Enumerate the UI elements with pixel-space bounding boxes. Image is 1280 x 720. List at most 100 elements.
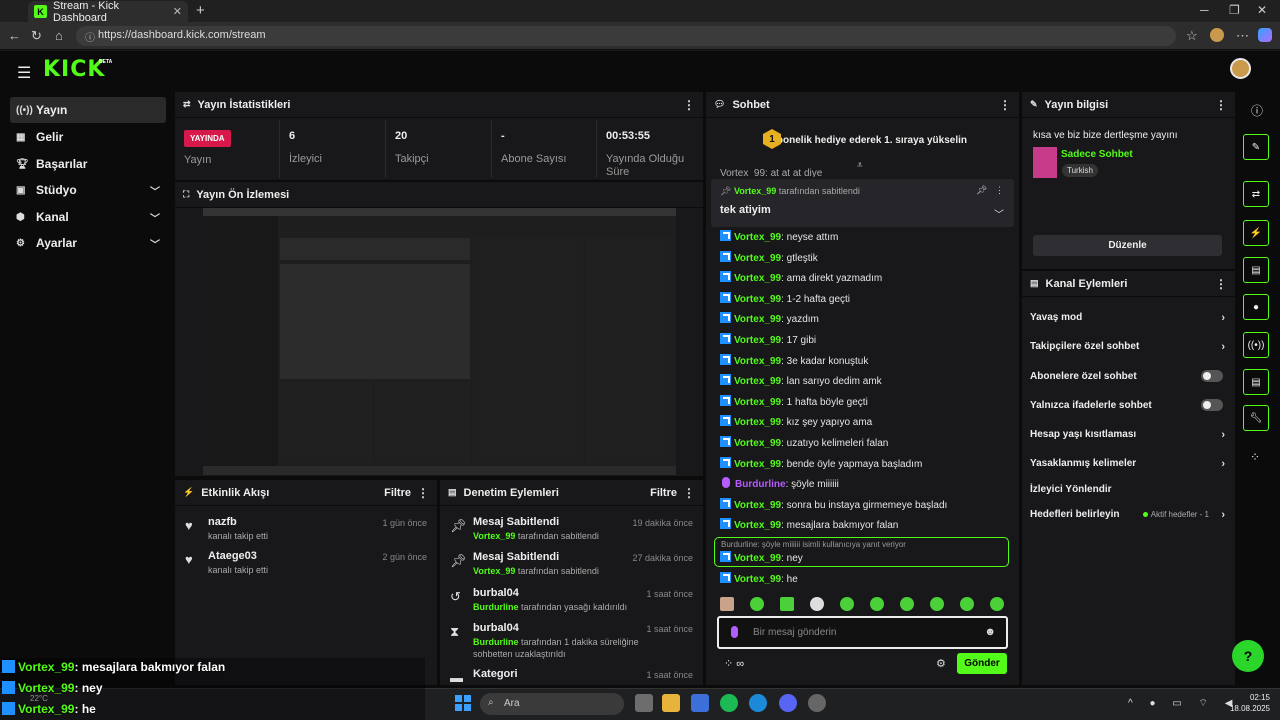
chat-user[interactable]: Vortex_99 xyxy=(734,417,781,428)
edit-tool-icon[interactable]: ✎ xyxy=(1243,134,1269,160)
store-icon[interactable] xyxy=(691,694,709,712)
channel-tool-icon[interactable]: ▤ xyxy=(1243,369,1269,395)
more-options-icon[interactable]: ⋮ xyxy=(995,185,1004,195)
emote-icon[interactable] xyxy=(720,597,734,611)
close-window-icon[interactable]: ✕ xyxy=(1257,3,1267,17)
chat-user[interactable]: Vortex_99 xyxy=(734,273,781,284)
lightning-tool-icon[interactable]: ⚡ xyxy=(1243,220,1269,246)
chat-user[interactable]: Vortex_99 xyxy=(734,438,781,449)
filter-button[interactable]: Filtre xyxy=(384,487,411,499)
chat-settings-icon[interactable]: ⚙ xyxy=(936,657,946,670)
site-info-icon[interactable]: ⓘ xyxy=(85,29,95,44)
set-goals-item[interactable]: Hedefleri belirleyin Aktif hedefler - 1 › xyxy=(1030,509,1225,521)
chevron-down-icon[interactable]: ﹀ xyxy=(994,206,1004,221)
category-name[interactable]: Sadece Sohbet xyxy=(1061,149,1133,160)
emote-icon[interactable] xyxy=(840,597,854,611)
user-avatar[interactable] xyxy=(1230,58,1251,79)
file-explorer-icon[interactable] xyxy=(662,694,680,712)
chat-user[interactable]: Vortex_99 xyxy=(734,253,781,264)
spotify-icon[interactable] xyxy=(720,694,738,712)
discord-icon[interactable] xyxy=(779,694,797,712)
kick-points-icon[interactable]: ⁘ ∞ xyxy=(724,657,744,670)
taskbar-search[interactable]: ⌕ Ara xyxy=(480,693,624,715)
unpin-icon[interactable]: 📌︎ xyxy=(976,185,987,195)
sidebar-item-gelir[interactable]: ▦ Gelir xyxy=(10,124,166,150)
windows-start-icon[interactable] xyxy=(455,695,471,711)
sidebar-item-studyo[interactable]: ▣ Stüdyo ﹀ xyxy=(10,177,166,203)
chat-user[interactable]: Vortex_99 xyxy=(734,553,781,564)
help-button[interactable]: ? xyxy=(1232,640,1264,672)
emote-icon[interactable] xyxy=(780,597,794,611)
emote-icon[interactable] xyxy=(810,597,824,611)
chat-user[interactable]: Vortex_99 xyxy=(734,397,781,408)
more-menu-icon[interactable]: ⋯ xyxy=(1236,28,1249,44)
clock[interactable]: 02:15 18.08.2025 xyxy=(1228,692,1270,714)
chat-user[interactable]: Vortex_99 xyxy=(734,500,781,511)
chat-user[interactable]: Vortex_99 xyxy=(734,335,781,346)
emote-icon[interactable] xyxy=(930,597,944,611)
sidebar-item-ayarlar[interactable]: ⚙ Ayarlar ﹀ xyxy=(10,230,166,256)
emote-icon[interactable] xyxy=(960,597,974,611)
chat-user[interactable]: Vortex_99 xyxy=(734,294,781,305)
emote-icon[interactable] xyxy=(870,597,884,611)
emote-icon[interactable] xyxy=(900,597,914,611)
system-tray-icons[interactable]: ^ ● ▭ ⌔ ◀ xyxy=(1128,697,1239,710)
collections-icon[interactable]: ☆ xyxy=(1186,28,1198,44)
back-icon[interactable]: ← xyxy=(8,28,21,43)
slow-mode-item[interactable]: Yavaş mod › xyxy=(1030,312,1225,324)
browser-tab[interactable]: K Stream - Kick Dashboard ✕ xyxy=(28,0,188,24)
app-icon[interactable] xyxy=(808,694,826,712)
url-field[interactable]: ⓘ https://dashboard.kick.com/stream xyxy=(76,26,1176,46)
chat-user[interactable]: Vortex_99 xyxy=(734,459,781,470)
account-age-item[interactable]: Hesap yaşı kısıtlaması › xyxy=(1030,429,1225,441)
stats-tool-icon[interactable]: ⇄ xyxy=(1243,181,1269,207)
sub-gift-goal[interactable]: 1 abonelik hediye ederek 1. sıraya yükse… xyxy=(706,120,1019,160)
microphone-icon[interactable] xyxy=(731,626,738,638)
chat-input[interactable]: Bir mesaj gönderin ☻ xyxy=(717,616,1008,649)
more-options-icon[interactable]: ⋮ xyxy=(683,486,695,500)
scroll-down-icon[interactable]: ⩡ xyxy=(857,160,863,171)
kick-logo[interactable]: KICK xyxy=(43,57,105,82)
info-icon[interactable]: ⓘ xyxy=(1251,102,1263,119)
emoji-picker-icon[interactable]: ☻ xyxy=(984,626,996,638)
more-options-icon[interactable]: ⋮ xyxy=(1215,277,1227,291)
emotes-only-toggle[interactable] xyxy=(1201,399,1223,411)
redirect-viewers-item[interactable]: İzleyici Yönlendir xyxy=(1030,484,1225,495)
more-options-icon[interactable]: ⋮ xyxy=(417,486,429,500)
maximize-icon[interactable]: ❐ xyxy=(1229,3,1240,17)
edit-button[interactable]: Düzenle xyxy=(1033,235,1222,256)
edge-icon[interactable] xyxy=(749,694,767,712)
filter-button[interactable]: Filtre xyxy=(650,487,677,499)
chat-tool-icon[interactable]: ● xyxy=(1243,294,1269,320)
stream-preview-video[interactable] xyxy=(203,208,676,475)
emote-icon[interactable] xyxy=(990,597,1004,611)
chat-user[interactable]: Burdurline xyxy=(735,479,786,490)
close-tab-icon[interactable]: ✕ xyxy=(173,5,182,18)
chat-user[interactable]: Vortex_99 xyxy=(734,356,781,367)
sidebar-item-yayin[interactable]: ((•)) Yayın xyxy=(10,97,166,123)
chat-user[interactable]: Vortex_99 xyxy=(734,574,781,585)
send-button[interactable]: Gönder xyxy=(957,653,1007,674)
document-tool-icon[interactable]: ▤ xyxy=(1243,257,1269,283)
hamburger-menu-icon[interactable]: ☰ xyxy=(17,63,31,83)
chat-user[interactable]: Vortex_99 xyxy=(734,520,781,531)
banned-words-item[interactable]: Yasaklanmış kelimeler › xyxy=(1030,458,1225,470)
copilot-icon[interactable] xyxy=(1258,28,1272,42)
sidebar-item-kanal[interactable]: ⬢ Kanal ﹀ xyxy=(10,204,166,230)
task-view-icon[interactable] xyxy=(635,694,653,712)
more-options-icon[interactable]: ⋮ xyxy=(999,98,1011,112)
new-tab-button[interactable]: + xyxy=(196,2,205,19)
apps-icon[interactable]: ⁘ xyxy=(1250,450,1260,464)
subs-only-toggle[interactable] xyxy=(1201,370,1223,382)
reload-icon[interactable]: ↻ xyxy=(31,28,42,44)
sidebar-item-basarilar[interactable]: 🏆︎ Başarılar xyxy=(10,151,166,177)
chat-user[interactable]: Vortex_99 xyxy=(734,232,781,243)
more-options-icon[interactable]: ⋮ xyxy=(1215,98,1227,112)
more-options-icon[interactable]: ⋮ xyxy=(683,98,695,112)
chat-user[interactable]: Vortex_99 xyxy=(734,314,781,325)
chat-user[interactable]: Vortex_99 xyxy=(734,376,781,387)
pinned-message[interactable]: 📌︎ Vortex_99 tarafından sabitlendi tek a… xyxy=(711,179,1014,227)
profile-avatar-icon[interactable] xyxy=(1210,28,1224,42)
followers-only-item[interactable]: Takipçilere özel sohbet › xyxy=(1030,341,1225,353)
home-icon[interactable]: ⌂ xyxy=(55,28,63,43)
